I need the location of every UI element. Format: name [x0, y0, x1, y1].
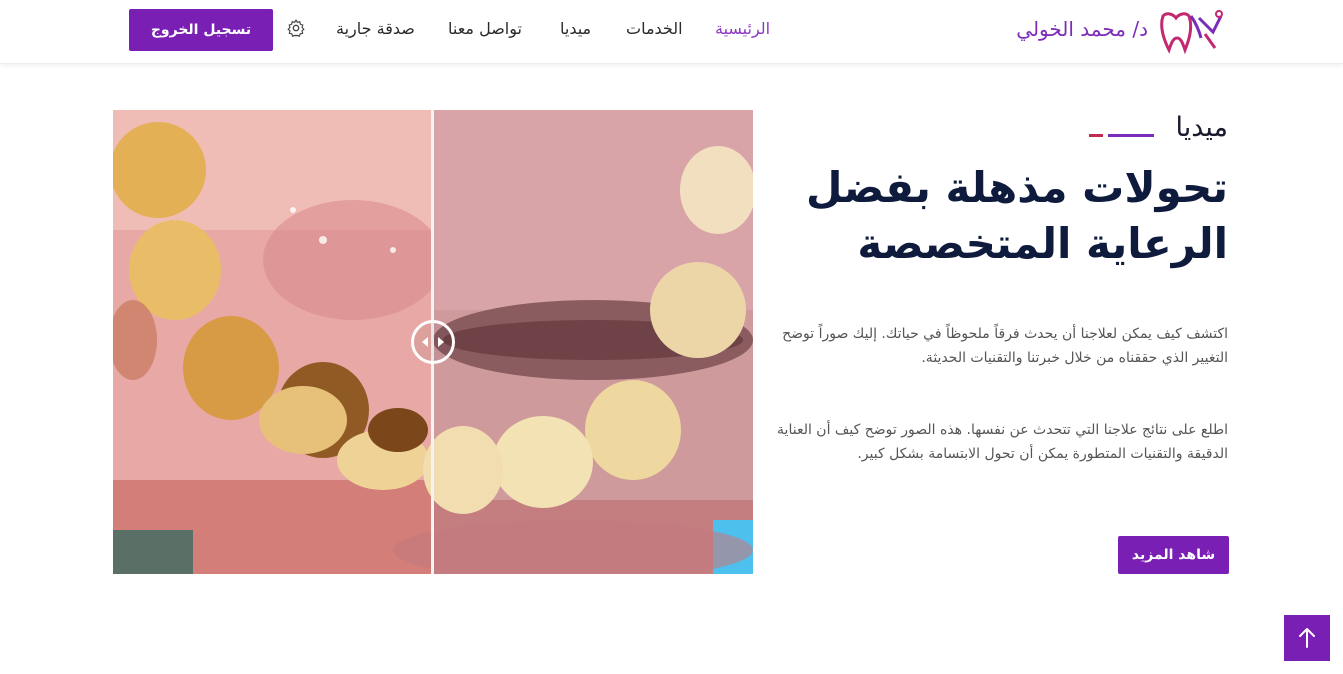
logout-button[interactable]: تسجيل الخروج — [129, 9, 273, 51]
site-header: د/ محمد الخولي الرئيسية الخدمات ميديا تو… — [0, 0, 1343, 64]
arrow-up-icon — [1299, 628, 1315, 648]
before-after-comparison[interactable] — [113, 110, 753, 574]
nav-item-services[interactable]: الخدمات — [626, 19, 683, 38]
results-paragraph: اطلع على نتائج علاجنا التي تتحدث عن نفسه… — [777, 422, 1228, 462]
intro-paragraph: اكتشف كيف يمكن لعلاجنا أن يحدث فرقاً ملح… — [782, 326, 1228, 366]
chevron-right-icon — [438, 337, 444, 347]
nav-item-charity[interactable]: صدقة جارية — [336, 19, 415, 38]
see-more-button[interactable]: شاهد المزيد — [1118, 536, 1229, 574]
scroll-to-top-button[interactable] — [1284, 615, 1330, 661]
compare-slider-icon[interactable] — [411, 320, 455, 364]
page-title: تحولات مذهلة بفضل الرعاية المتخصصة — [806, 163, 1228, 268]
tooth-logo-icon[interactable] — [1155, 8, 1227, 54]
nav-item-contact[interactable]: تواصل معنا — [448, 19, 522, 38]
label-underline-accent — [1089, 134, 1103, 137]
nav-item-home[interactable]: الرئيسية — [715, 19, 770, 38]
section-label: ميديا — [1175, 112, 1228, 143]
chevron-left-icon — [422, 337, 428, 347]
label-underline — [1108, 134, 1154, 137]
gear-icon[interactable] — [286, 18, 306, 38]
nav-item-media[interactable]: ميديا — [560, 19, 591, 38]
brand-name[interactable]: د/ محمد الخولي — [1008, 17, 1148, 41]
